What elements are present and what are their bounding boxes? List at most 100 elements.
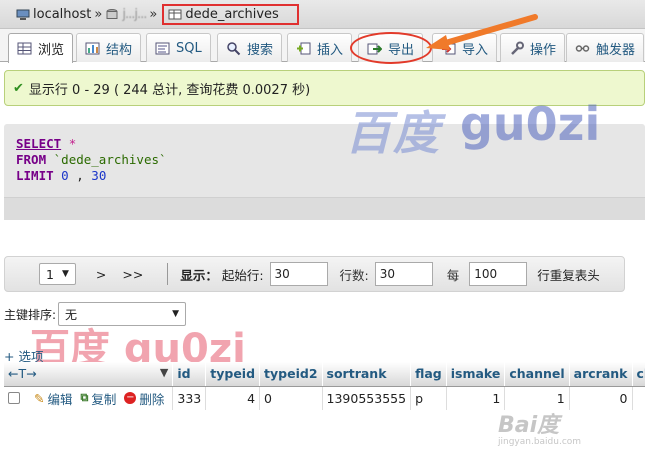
chevron-down-icon: ▼: [172, 309, 180, 319]
cell-ismake: 1: [446, 386, 506, 410]
sort-by-key-select[interactable]: 无 ▼: [58, 302, 187, 326]
sort-by-key-value: 无: [65, 307, 78, 322]
tee-icon: T: [18, 366, 27, 382]
cell-typeid: 4: [205, 386, 261, 410]
column-header-channel[interactable]: channel: [504, 362, 570, 387]
breadcrumb-database[interactable]: j...j...: [105, 6, 147, 22]
breadcrumb-database-label: j...j...: [122, 6, 147, 22]
nav-divider: [167, 263, 169, 285]
sql-line-select: SELECT *: [16, 136, 76, 151]
column-header-flag[interactable]: flag: [410, 362, 447, 387]
table-row: ✎ 编辑 ⧉ 复制 − 删除 333 4 0 1390553555 p 1 1 …: [4, 386, 645, 410]
cell-flag: p: [410, 386, 447, 410]
row-count-label: 行数:: [339, 267, 369, 283]
results-table: ←T→ ▼ id typeid typeid2 sortrank flag is…: [4, 362, 645, 410]
column-header-ismake[interactable]: ismake: [446, 362, 506, 387]
sql-box-footer: [4, 197, 645, 220]
pencil-icon: ✎: [34, 390, 45, 406]
cell-sortrank: 1390553555: [322, 386, 412, 410]
tab-insert-label: 插入: [317, 42, 344, 58]
watermark-bottom-sub: jingyan.baidu.com: [498, 437, 582, 447]
cell-typeid2: 0: [259, 386, 323, 410]
trigger-icon: [575, 44, 590, 52]
row-actions-cell: ✎ 编辑 ⧉ 复制 − 删除: [4, 386, 174, 410]
search-icon: [227, 41, 241, 55]
table-header-row: ←T→ ▼ id typeid typeid2 sortrank flag is…: [4, 362, 645, 387]
structure-icon: [85, 42, 100, 54]
server-icon: [16, 9, 30, 20]
column-header-sortrank[interactable]: sortrank: [322, 362, 412, 387]
cell-channel: 1: [504, 386, 570, 410]
sql-limit-keyword: LIMIT: [16, 168, 54, 183]
database-icon: [106, 8, 118, 19]
sql-line-from: FROM `dede_archives`: [16, 152, 167, 167]
sql-from-keyword: FROM: [16, 152, 47, 167]
row-count-input[interactable]: [374, 262, 433, 286]
last-page-button[interactable]: >>: [122, 267, 143, 282]
tab-triggers[interactable]: 触发器: [566, 33, 645, 62]
edit-button[interactable]: ✎ 编辑: [34, 389, 73, 408]
repeat-header-input[interactable]: [469, 262, 528, 286]
tab-structure-label: 结构: [106, 42, 133, 58]
tab-browse-label: 浏览: [38, 43, 65, 58]
cell-id: 333: [172, 386, 207, 410]
arrow-right-icon: →: [26, 366, 37, 382]
watermark-baidu-jingyan: Bai度 jingyan.baidu.com: [498, 407, 581, 447]
pagination-bar: 1 ▼ > >> 显示： 起始行: 行数: 每 行重复表头: [4, 256, 625, 292]
sql-select-keyword[interactable]: SELECT: [16, 136, 61, 151]
row-checkbox[interactable]: [8, 392, 20, 405]
tab-bar: 浏览 结构 SQL 搜索 插入 导出 导入 操作 触发器: [0, 29, 645, 63]
tab-search[interactable]: 搜索: [217, 33, 283, 62]
check-icon: ✔: [13, 80, 24, 96]
delete-button[interactable]: − 删除: [124, 389, 164, 408]
tab-insert[interactable]: 插入: [287, 33, 353, 62]
sql-icon: [155, 42, 170, 54]
repeat-every-label: 每: [446, 267, 460, 283]
tab-browse[interactable]: 浏览: [8, 33, 74, 63]
copy-button[interactable]: ⧉ 复制: [81, 389, 117, 408]
sql-table-name: `dede_archives`: [53, 152, 167, 167]
cell-arcrank: 0: [569, 386, 633, 410]
column-header-id[interactable]: id: [172, 362, 207, 387]
sort-row: 主键排序: 无 ▼: [4, 302, 187, 326]
breadcrumb-table[interactable]: dede_archives: [162, 3, 299, 25]
cell-cli: [632, 386, 645, 410]
delete-icon: −: [124, 392, 137, 405]
start-row-label: 起始行:: [221, 267, 264, 283]
edit-label: 编辑: [47, 391, 73, 407]
show-label: 显示：: [180, 267, 218, 283]
breadcrumb-separator: »: [94, 6, 103, 22]
next-page-button[interactable]: >: [96, 267, 106, 282]
tab-search-label: 搜索: [247, 42, 274, 58]
watermark-bottom-text: Bai度: [498, 413, 560, 438]
page-select[interactable]: 1 ▼: [39, 263, 76, 285]
column-header-typeid[interactable]: typeid: [205, 362, 261, 387]
column-header-cli[interactable]: cli: [632, 362, 645, 387]
breadcrumb-separator: »: [149, 6, 158, 22]
column-header-typeid2[interactable]: typeid2: [259, 362, 323, 387]
tab-structure[interactable]: 结构: [76, 33, 142, 62]
row-actions: ✎ 编辑 ⧉ 复制 − 删除: [8, 389, 168, 408]
tab-sql-label: SQL: [176, 40, 202, 56]
sort-by-key-label: 主键排序:: [4, 307, 57, 322]
column-header-arcrank[interactable]: arcrank: [569, 362, 633, 387]
breadcrumb-server[interactable]: localhost: [16, 7, 91, 22]
sql-query-box: SELECT * FROM `dede_archives` LIMIT 0 , …: [4, 124, 645, 220]
repeat-header-label: 行重复表头: [537, 267, 600, 283]
copy-label: 复制: [91, 391, 117, 407]
sql-line-limit: LIMIT 0 , 30: [16, 168, 106, 183]
chevron-down-icon: ▼: [61, 269, 69, 279]
table-icon: [168, 9, 182, 19]
page-select-value: 1: [46, 266, 54, 282]
sql-offset: 0: [61, 168, 69, 183]
sql-count: 30: [91, 168, 107, 183]
success-message: ✔ 显示行 0 - 29 ( 244 总计, 查询花费 0.0027 秒): [4, 70, 645, 106]
sql-star: *: [68, 136, 77, 151]
breadcrumb-server-label: localhost: [33, 6, 92, 22]
column-toggle-header[interactable]: ←T→ ▼: [4, 362, 174, 387]
sort-triangle-icon[interactable]: ▼: [160, 366, 168, 379]
tab-sql[interactable]: SQL: [146, 33, 211, 62]
browse-icon: [17, 42, 32, 55]
start-row-input[interactable]: [269, 262, 328, 286]
sql-comma: ,: [76, 168, 84, 183]
